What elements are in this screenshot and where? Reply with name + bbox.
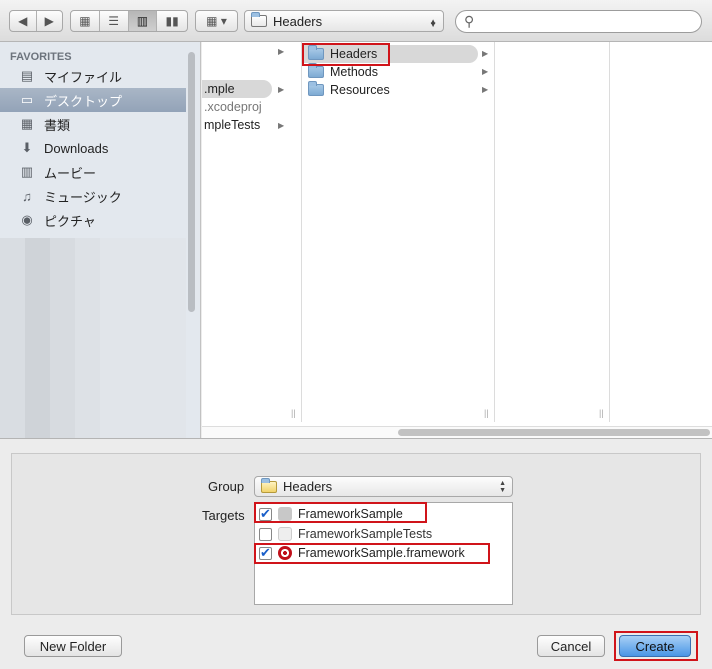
pictures-icon: ◉ xyxy=(21,212,33,227)
sidebar-item-label: ミュージック xyxy=(44,189,122,205)
targets-label: Targets xyxy=(202,508,245,523)
list-item-label: Resources xyxy=(330,83,390,97)
column-1: .mple .xcodeproj mpleTests ▶ ▶ ▶ || xyxy=(202,42,302,422)
sidebar-scrollbar[interactable] xyxy=(188,52,195,312)
column-2: Headers Methods Resources ▶ ▶ ▶ || xyxy=(302,42,495,422)
updown-arrows-icon-down: ▼ xyxy=(429,20,437,29)
scroll-thumb[interactable] xyxy=(398,429,710,436)
folder-icon xyxy=(308,63,324,78)
column-view-icon[interactable]: ▥ xyxy=(128,11,158,31)
sidebar-item-pictures[interactable]: ◉ ピクチャ xyxy=(0,208,186,232)
highlight-target-1 xyxy=(254,502,427,523)
list-item[interactable]: .mple xyxy=(202,80,272,98)
folder-icon xyxy=(251,12,267,27)
disclosure-arrow-icon: ▶ xyxy=(278,121,285,130)
cancel-button[interactable]: Cancel xyxy=(537,635,605,657)
grid-view-icon[interactable]: ▦ xyxy=(71,11,100,31)
movies-icon: ▥ xyxy=(20,164,34,179)
highlight-headers xyxy=(302,43,390,66)
search-field[interactable]: ⚲ xyxy=(455,10,702,33)
sidebar-item-music[interactable]: ♫ ミュージック xyxy=(0,184,186,208)
column-3: || xyxy=(495,42,610,422)
disclosure-arrow-icon: ▶ xyxy=(482,49,489,58)
target-name: FrameworkSampleTests xyxy=(298,527,433,541)
sidebar: FAVORITES ▤ マイファイル ▭ デスクトップ ▦ 書類 ⬇ Downl… xyxy=(0,42,201,438)
disclosure-arrow-icon: ▶ xyxy=(482,67,489,76)
nav-buttons: ◀ ▶ xyxy=(9,10,63,32)
sidebar-item-documents[interactable]: ▦ 書類 xyxy=(0,112,186,136)
sidebar-item-all-files[interactable]: ▤ マイファイル xyxy=(0,64,186,88)
column-resize-grip[interactable]: || xyxy=(484,408,489,418)
horizontal-scrollbar[interactable] xyxy=(202,426,712,438)
highlight-target-3 xyxy=(254,543,490,564)
forward-icon[interactable]: ▶ xyxy=(37,11,63,31)
list-item[interactable]: .xcodeproj xyxy=(202,98,262,116)
list-item-label: mpleTests xyxy=(204,118,261,132)
back-icon[interactable]: ◀ xyxy=(10,11,37,31)
column-resize-grip[interactable]: || xyxy=(291,408,296,418)
group-label: Group xyxy=(208,479,245,494)
sidebar-item-label: マイファイル xyxy=(44,69,123,85)
arrange-icon: ▦ ▾ xyxy=(206,14,227,28)
path-popup[interactable]: Headers ▲ ▼ xyxy=(244,10,444,32)
target-checkbox[interactable] xyxy=(259,527,272,541)
group-popup[interactable]: Headers ▲ ▼ xyxy=(254,476,513,497)
downloads-icon: ⬇ xyxy=(21,140,33,155)
all-files-icon: ▤ xyxy=(20,68,34,83)
disclosure-arrow-icon: ▶ xyxy=(278,47,285,56)
new-folder-button[interactable]: New Folder xyxy=(24,635,122,657)
folder-icon xyxy=(308,81,324,96)
column-resize-grip[interactable]: || xyxy=(599,408,604,418)
arrange-menu[interactable]: ▦ ▾ xyxy=(195,10,238,32)
blurred-region xyxy=(0,238,186,438)
coverflow-view-icon[interactable]: ▮▮ xyxy=(157,11,187,31)
sidebar-item-label: Downloads xyxy=(44,140,109,156)
disclosure-arrow-icon: ▶ xyxy=(482,85,489,94)
sidebar-item-movies[interactable]: ▥ ムービー xyxy=(0,160,186,184)
folder-icon xyxy=(261,477,277,493)
sidebar-item-label: ピクチャ xyxy=(44,213,96,229)
sidebar-item-desktop[interactable]: ▭ デスクトップ xyxy=(0,88,186,112)
sidebar-item-label: デスクトップ xyxy=(44,93,123,109)
music-icon: ♫ xyxy=(22,188,32,204)
search-icon: ⚲ xyxy=(464,13,475,29)
sidebar-item-label: 書類 xyxy=(44,117,71,133)
toolbar: ◀ ▶ ▦ ☰ ▥ ▮▮ ▦ ▾ Headers ▲ ▼ ⚲ xyxy=(0,0,712,42)
target-row[interactable]: FrameworkSampleTests xyxy=(259,525,432,543)
list-item-label: Methods xyxy=(330,65,378,79)
desktop-icon: ▭ xyxy=(20,92,34,107)
documents-icon: ▦ xyxy=(20,116,34,131)
test-target-icon xyxy=(278,527,292,541)
list-item[interactable]: Resources xyxy=(302,81,390,99)
group-value: Headers xyxy=(283,479,333,494)
view-mode-segment: ▦ ☰ ▥ ▮▮ xyxy=(70,10,188,32)
disclosure-arrow-icon: ▶ xyxy=(278,85,285,94)
list-item[interactable]: mpleTests xyxy=(202,116,260,134)
list-item-label: .xcodeproj xyxy=(204,100,262,114)
column-browser: .mple .xcodeproj mpleTests ▶ ▶ ▶ || Head… xyxy=(202,42,712,438)
highlight-create xyxy=(614,631,698,661)
list-view-icon[interactable]: ☰ xyxy=(100,11,129,31)
list-item-label: .mple xyxy=(204,82,235,96)
options-panel: Group Headers ▲▼ Targets FrameworkSample… xyxy=(0,438,712,669)
sidebar-heading: FAVORITES xyxy=(10,51,72,63)
sidebar-item-downloads[interactable]: ⬇ Downloads xyxy=(0,136,186,160)
path-label: Headers xyxy=(273,13,323,29)
updown-arrows-icon: ▲ ▼ xyxy=(499,480,506,494)
sidebar-item-label: ムービー xyxy=(44,165,97,181)
